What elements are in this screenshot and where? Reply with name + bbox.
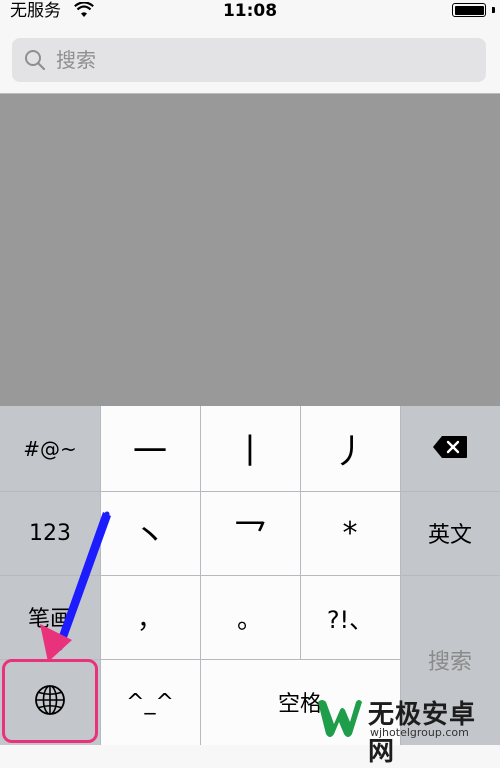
watermark-url: wjhotelgroup.com xyxy=(370,726,469,739)
w-logo-icon xyxy=(314,694,364,744)
watermark: 无极安卓网 wjhotelgroup.com xyxy=(310,690,500,767)
pointer-arrow-icon xyxy=(40,511,111,662)
